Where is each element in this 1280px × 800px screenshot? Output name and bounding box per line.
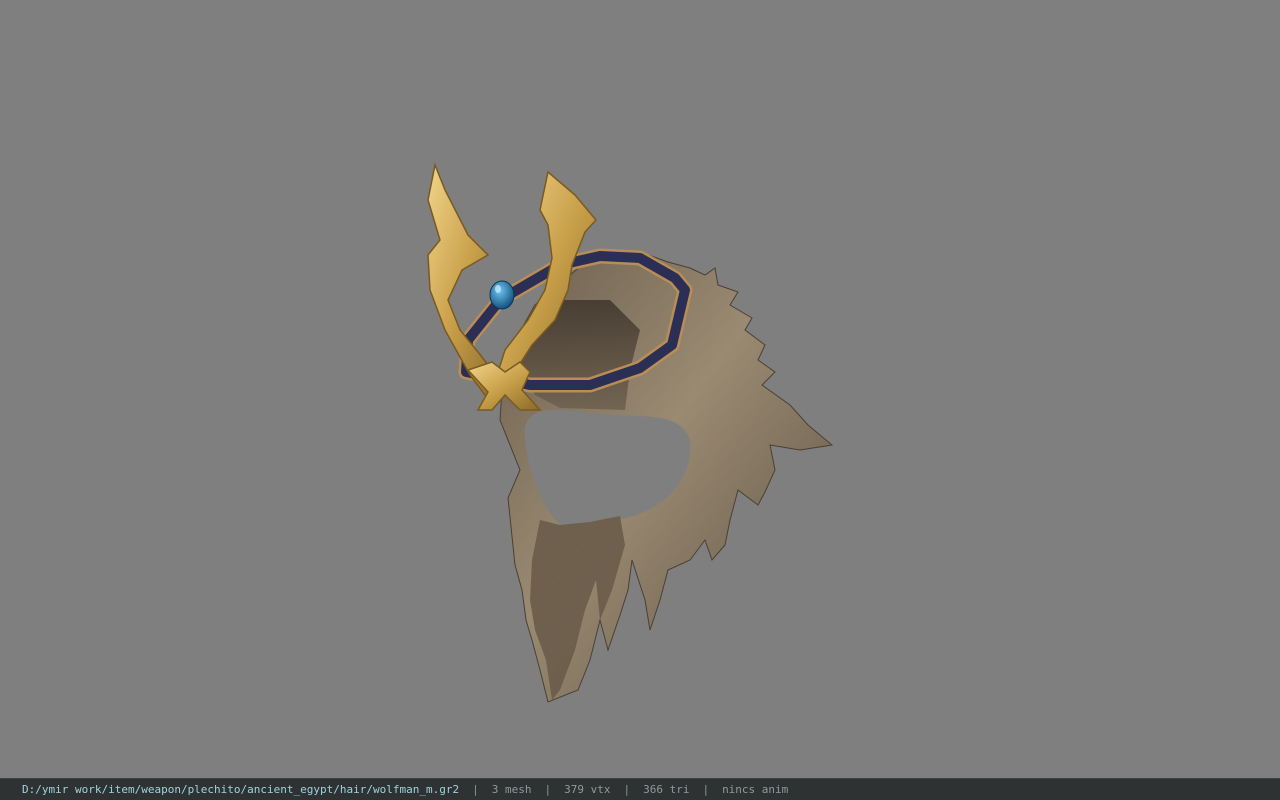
status-separator: | (472, 783, 479, 796)
vertex-count-label: 379 vtx (564, 783, 611, 796)
status-separator: | (544, 783, 552, 796)
status-separator: | (702, 783, 710, 796)
status-separator: | (623, 783, 631, 796)
status-bar: D:/ymir work/item/weapon/plechito/ancien… (0, 778, 1280, 800)
triangle-count-label: 366 tri (643, 783, 690, 796)
hair-model-render (427, 162, 834, 703)
mesh-count-label: 3 mesh (491, 783, 532, 796)
model-viewport[interactable] (0, 0, 1280, 778)
gold-horn-left (427, 162, 502, 396)
file-path-label: D:/ymir work/item/weapon/plechito/ancien… (22, 783, 460, 796)
animation-status-label: nincs anim (722, 783, 789, 796)
gem-ornament (489, 280, 515, 310)
